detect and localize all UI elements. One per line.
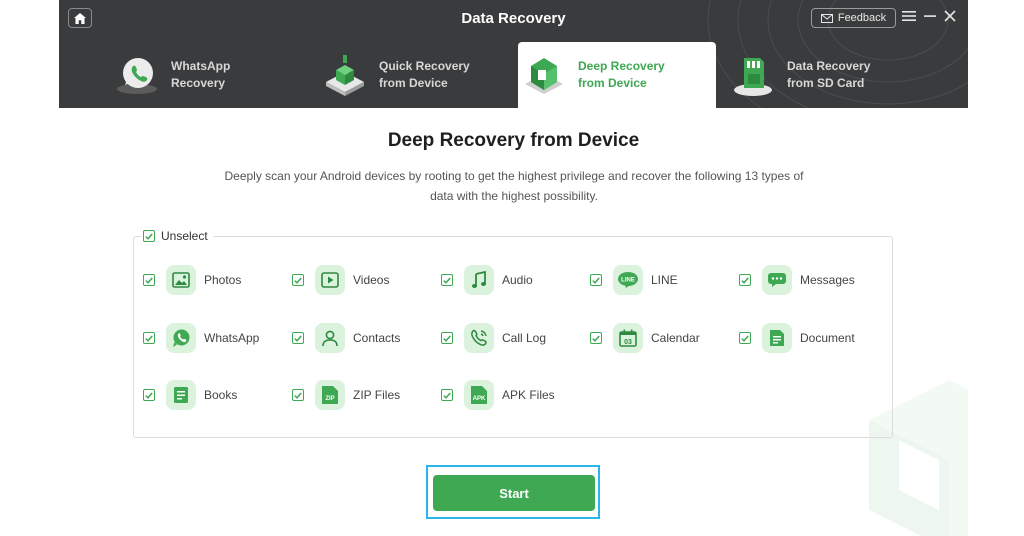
data-type-audio[interactable]: Audio	[441, 265, 533, 295]
quick-recovery-icon	[319, 49, 371, 101]
item-label: Document	[800, 331, 855, 345]
minimize-button[interactable]	[924, 8, 936, 26]
deep-recovery-icon	[518, 49, 570, 101]
item-label: ZIP Files	[353, 388, 401, 402]
checkmark-icon	[145, 233, 153, 240]
svg-text:LINE: LINE	[621, 278, 635, 284]
zip-files-checkbox[interactable]	[292, 389, 304, 401]
checkmark-icon	[294, 335, 302, 342]
item-label: Call Log	[502, 331, 547, 345]
whatsapp-icon	[166, 323, 196, 353]
menu-icon	[902, 11, 916, 21]
unselect-all[interactable]: Unselect	[141, 229, 214, 243]
start-button[interactable]: Start	[433, 475, 595, 511]
header-bar: Data Recovery Feedback WhatsApp Recovery…	[59, 0, 968, 108]
checkmark-icon	[741, 335, 749, 342]
checkmark-icon	[741, 277, 749, 284]
item-label: Messages	[800, 273, 855, 287]
checkmark-icon	[592, 277, 600, 284]
checkmark-icon	[592, 335, 600, 342]
feedback-button[interactable]: Feedback	[811, 8, 896, 28]
item-label: Audio	[502, 273, 533, 287]
svg-text:03: 03	[624, 339, 632, 346]
minimize-icon	[924, 15, 936, 17]
data-type-zip-files[interactable]: ZIP ZIP Files	[292, 380, 400, 410]
checkmark-icon	[443, 277, 451, 284]
data-type-calendar[interactable]: 03 Calendar	[590, 323, 700, 353]
checkmark-icon	[294, 277, 302, 284]
apk-files-checkbox[interactable]	[441, 389, 453, 401]
books-checkbox[interactable]	[143, 389, 155, 401]
checkmark-icon	[443, 335, 451, 342]
call-log-icon	[464, 323, 494, 353]
sd-card-icon	[727, 49, 779, 101]
unselect-checkbox[interactable]	[143, 230, 155, 242]
item-label: Books	[204, 388, 238, 402]
calendar-checkbox[interactable]	[590, 332, 602, 344]
tab-label: Data Recovery from SD Card	[787, 59, 871, 90]
data-type-whatsapp[interactable]: WhatsApp	[143, 323, 259, 353]
data-type-books[interactable]: Books	[143, 380, 237, 410]
checkmark-icon	[145, 277, 153, 284]
svg-text:ZIP: ZIP	[325, 396, 334, 402]
item-label: Videos	[353, 273, 390, 287]
mail-icon	[820, 13, 833, 23]
videos-icon	[315, 265, 345, 295]
zip-files-icon: ZIP	[315, 380, 345, 410]
page-description: Deeply scan your Android devices by root…	[224, 169, 804, 203]
audio-icon	[464, 265, 494, 295]
feedback-label: Feedback	[837, 12, 887, 24]
tab-label: Quick Recovery from Device	[379, 59, 470, 90]
data-type-contacts[interactable]: Contacts	[292, 323, 400, 353]
photos-icon	[166, 265, 196, 295]
line-icon: LINE	[613, 265, 643, 295]
checkmark-icon	[145, 392, 153, 399]
page-title: Deep Recovery from Device	[387, 130, 640, 151]
data-type-videos[interactable]: Videos	[292, 265, 389, 295]
contacts-checkbox[interactable]	[292, 332, 304, 344]
data-type-messages[interactable]: Messages	[739, 265, 855, 295]
item-label: APK Files	[502, 388, 555, 402]
tab-quick-recovery[interactable]: Quick Recovery from Device	[319, 42, 519, 108]
data-type-call-log[interactable]: Call Log	[441, 323, 546, 353]
photos-checkbox[interactable]	[143, 274, 155, 286]
messages-checkbox[interactable]	[739, 274, 751, 286]
books-icon	[166, 380, 196, 410]
document-icon	[762, 323, 792, 353]
checkmark-icon	[145, 335, 153, 342]
contacts-icon	[315, 323, 345, 353]
app-window: Data Recovery Feedback WhatsApp Recovery…	[59, 0, 968, 536]
tab-deep-recovery[interactable]: Deep Recovery from Device	[518, 42, 716, 108]
tab-whatsapp-recovery[interactable]: WhatsApp Recovery	[111, 42, 311, 108]
item-label: Photos	[204, 273, 242, 287]
data-type-apk-files[interactable]: APK APK Files	[441, 380, 555, 410]
svg-text:APK: APK	[473, 396, 486, 402]
whatsapp-recovery-icon	[111, 49, 163, 101]
item-label: Calendar	[651, 331, 700, 345]
item-label: LINE	[651, 273, 678, 287]
document-checkbox[interactable]	[739, 332, 751, 344]
close-button[interactable]	[944, 8, 956, 26]
data-type-document[interactable]: Document	[739, 323, 855, 353]
apk-files-icon: APK	[464, 380, 494, 410]
tab-sd-card-recovery[interactable]: Data Recovery from SD Card	[727, 42, 927, 108]
close-icon	[944, 10, 956, 22]
item-label: Contacts	[353, 331, 401, 345]
videos-checkbox[interactable]	[292, 274, 304, 286]
audio-checkbox[interactable]	[441, 274, 453, 286]
checkmark-icon	[443, 392, 451, 399]
call-log-checkbox[interactable]	[441, 332, 453, 344]
whatsapp-checkbox[interactable]	[143, 332, 155, 344]
checkmark-icon	[294, 392, 302, 399]
menu-button[interactable]	[902, 8, 916, 26]
unselect-label: Unselect	[161, 229, 208, 243]
messages-icon	[762, 265, 792, 295]
line-checkbox[interactable]	[590, 274, 602, 286]
calendar-icon: 03	[613, 323, 643, 353]
tab-label: WhatsApp Recovery	[171, 59, 231, 90]
item-label: WhatsApp	[204, 331, 260, 345]
tab-label: Deep Recovery from Device	[578, 59, 665, 90]
data-type-photos[interactable]: Photos	[143, 265, 241, 295]
data-type-line[interactable]: LINE LINE	[590, 265, 678, 295]
